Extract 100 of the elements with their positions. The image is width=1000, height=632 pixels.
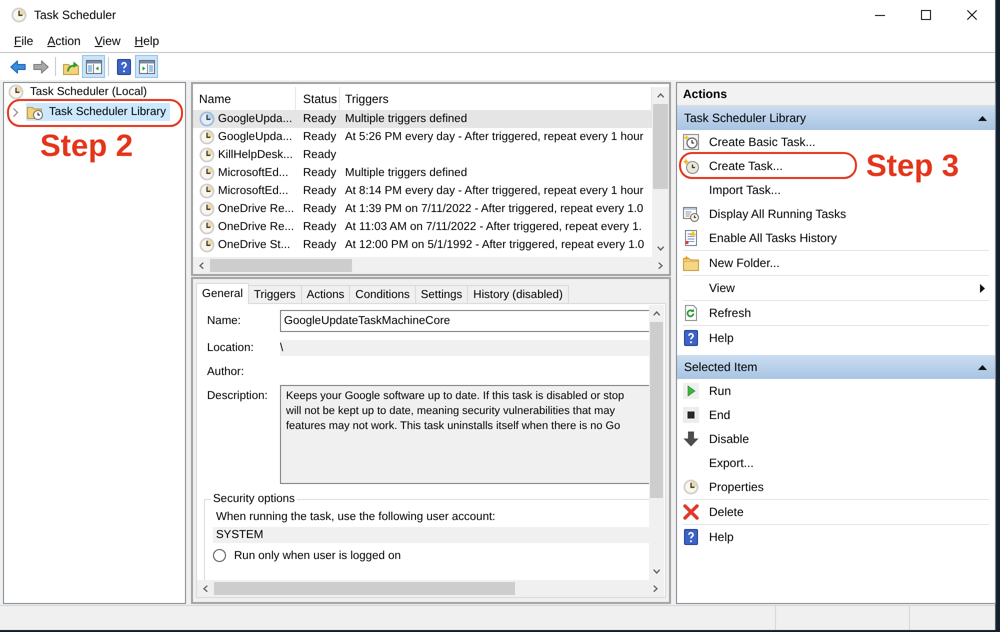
action-link[interactable]: New Folder...	[677, 251, 995, 275]
clock-icon	[199, 237, 215, 253]
action-link[interactable]: Help	[677, 525, 995, 549]
scroll-right-icon[interactable]	[653, 584, 658, 592]
table-cell-text: Ready	[302, 149, 338, 161]
tab[interactable]: General	[196, 283, 249, 304]
table-cell-text: Ready	[302, 203, 338, 215]
action-link[interactable]: End	[677, 403, 995, 427]
table-cell: KillHelpDesk...	[218, 149, 293, 161]
scroll-left-icon[interactable]	[199, 262, 204, 270]
action-link[interactable]: Delete	[677, 500, 995, 524]
description-box: Keeps your Google software up to date. If this task is disabled or stop will not be kept up to date, meaning security vulnerabilities that may features may not work. This task uninstalls itself when there is no Go	[280, 385, 649, 484]
clock-icon	[11, 7, 27, 23]
action-link[interactable]: Help	[677, 326, 995, 350]
folder-icon	[683, 255, 699, 271]
field-label: Location:	[207, 342, 255, 354]
close-icon	[967, 10, 977, 20]
radio-button[interactable]	[213, 549, 226, 562]
folder-clock-icon	[27, 104, 43, 120]
scroll-down-icon[interactable]	[656, 246, 664, 251]
tab[interactable]: Settings	[414, 285, 468, 303]
menu-item[interactable]: View	[88, 31, 128, 51]
table-cell: GoogleUpda...	[218, 131, 292, 143]
chevron-right-icon[interactable]	[12, 108, 19, 116]
clock-icon	[683, 479, 699, 495]
action-pane-toggle[interactable]	[135, 55, 158, 78]
text-field[interactable]: GoogleUpdateTaskMachineCore	[280, 310, 649, 332]
tab[interactable]: History (disabled)	[467, 285, 569, 303]
tree-item[interactable]: Task Scheduler Library	[26, 103, 170, 121]
section-header[interactable]: Selected Item	[677, 355, 995, 379]
group-title: Security options	[212, 493, 296, 505]
delete-icon	[683, 504, 699, 520]
action-link[interactable]: Refresh	[677, 301, 995, 325]
action-link[interactable]: Disable	[677, 427, 995, 451]
section-header[interactable]: Task Scheduler Library	[677, 106, 995, 130]
collapse-icon[interactable]	[978, 364, 987, 370]
action-link[interactable]: Properties	[677, 475, 995, 499]
help-icon	[683, 330, 699, 346]
table-row[interactable]: GoogleUpda... Ready At 5:26 PM every day - After triggered, repeat every 1 hour	[193, 128, 652, 146]
collapse-icon[interactable]	[978, 116, 987, 120]
action-link[interactable]: Run	[677, 379, 995, 403]
scroll-down-icon[interactable]	[652, 569, 660, 574]
table-row[interactable]: MicrosoftEd... Ready Multiple triggers defined	[193, 164, 652, 182]
table-cell: GoogleUpda...	[218, 113, 292, 125]
action-link[interactable]: Export...	[677, 451, 995, 475]
table-cell-text: At 8:14 PM every day - After triggered, repeat every 1 hour	[344, 185, 645, 197]
scrollbar-thumb[interactable]	[214, 582, 515, 595]
vertical-scrollbar[interactable]	[649, 305, 664, 580]
horizontal-scrollbar[interactable]	[197, 580, 664, 597]
vertical-scrollbar[interactable]	[652, 87, 669, 257]
scrollbar-thumb[interactable]	[210, 259, 352, 272]
tree-item[interactable]: Task Scheduler (Local)	[7, 84, 151, 99]
clock-icon	[199, 129, 215, 145]
table-row[interactable]: OneDrive St... Ready At 12:00 PM on 5/1/1992 - After triggered, repeat every 1.0	[193, 236, 652, 254]
panel-title: Actions	[677, 83, 995, 106]
table-row[interactable]: OneDrive Re... Ready At 11:03 AM on 7/11/2022 - After triggered, repeat every 1.	[193, 218, 652, 236]
scrollbar-thumb[interactable]	[653, 104, 668, 189]
scrollbar-thumb[interactable]	[650, 322, 663, 498]
table-cell-text: At 12:00 PM on 5/1/1992 - After triggered, repeat every 1.0	[344, 239, 646, 251]
refresh-icon	[683, 305, 699, 321]
table-cell-text: Ready	[302, 167, 338, 179]
table-cell-text: Ready	[302, 113, 338, 125]
clock-icon	[8, 84, 24, 100]
table-cell: MicrosoftEd...	[218, 185, 288, 197]
action-link[interactable]: Enable All Tasks History	[677, 226, 995, 250]
table-cell: OneDrive Re...	[218, 221, 294, 233]
read-only-field: \	[280, 340, 649, 356]
tab[interactable]: Triggers	[248, 285, 302, 303]
down-arrow-icon	[683, 431, 699, 447]
help-icon	[683, 529, 699, 545]
read-only-field: SYSTEM	[213, 527, 649, 543]
clock-icon	[199, 111, 215, 127]
action-link[interactable]: Display All Running Tasks	[677, 202, 995, 226]
table-cell-text: Ready	[302, 221, 338, 233]
maximize-icon	[921, 10, 931, 20]
field-label: Description:	[207, 389, 269, 402]
radio-option[interactable]: Run only when user is logged on	[213, 549, 401, 562]
scroll-left-icon[interactable]	[203, 584, 208, 592]
table-row[interactable]: OneDrive Re... Ready At 1:39 PM on 7/11/2022 - After triggered, repeat every 1.0	[193, 200, 652, 218]
scroll-up-icon[interactable]	[656, 93, 664, 98]
console-tree-toggle[interactable]	[82, 55, 105, 78]
field-label: Name:	[207, 315, 242, 327]
minimize-icon	[875, 14, 885, 16]
table-row[interactable]: KillHelpDesk... Ready	[193, 146, 652, 164]
field-label: When running the task, use the following user account:	[216, 511, 496, 523]
clock-icon	[199, 183, 215, 199]
scroll-up-icon[interactable]	[652, 311, 660, 316]
table-cell: OneDrive St...	[218, 239, 290, 251]
clock-icon	[199, 147, 215, 163]
table-cell-text: Multiple triggers defined	[344, 113, 468, 125]
action-link[interactable]: View	[677, 276, 995, 300]
scroll-right-icon[interactable]	[658, 262, 663, 270]
menu-item[interactable]: Action	[40, 31, 88, 51]
menu-item[interactable]: File	[7, 31, 40, 51]
notepad-icon	[683, 230, 699, 246]
stop-icon	[683, 407, 699, 423]
table-row[interactable]: MicrosoftEd... Ready At 8:14 PM every day - After triggered, repeat every 1 hour	[193, 182, 652, 200]
horizontal-scrollbar[interactable]	[193, 257, 669, 274]
table-row[interactable]: GoogleUpda... Ready Multiple triggers defined	[193, 110, 652, 128]
menu-item[interactable]: Help	[128, 31, 166, 51]
